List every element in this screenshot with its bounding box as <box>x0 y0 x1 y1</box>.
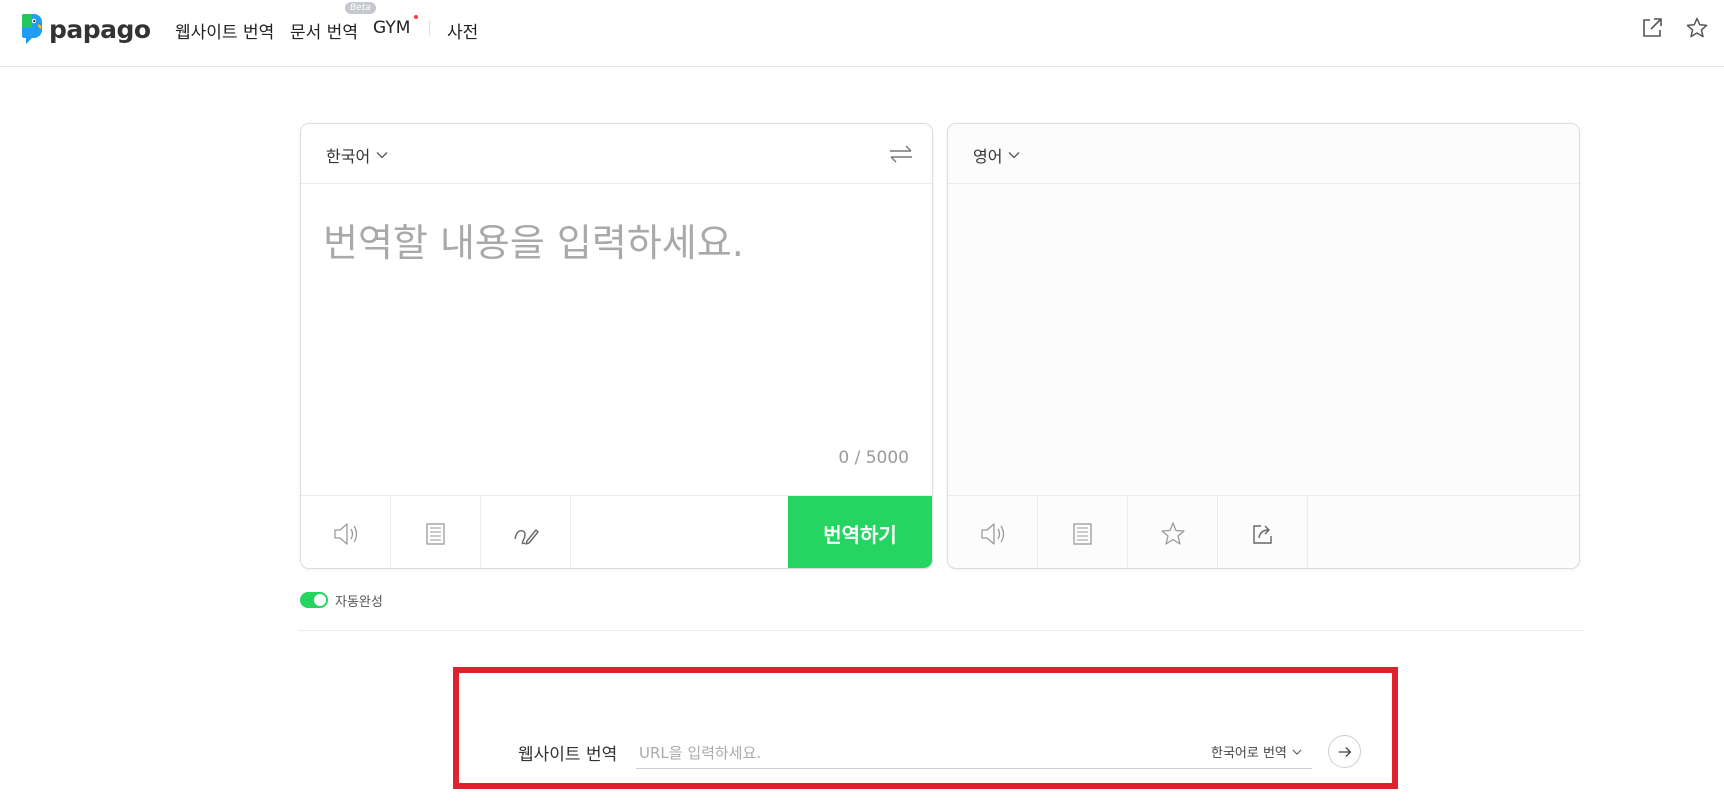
papago-parrot-icon <box>22 14 42 44</box>
logo-text: papago <box>49 14 151 44</box>
source-toolbar: 번역하기 <box>301 495 932 568</box>
new-indicator-dot <box>414 15 418 19</box>
handwriting-button[interactable] <box>481 496 571 568</box>
top-header: papago 웹사이트 번역 문서 번역 Beta GYM 사전 <box>0 0 1724 67</box>
nav-website-translation[interactable]: 웹사이트 번역 <box>175 18 274 43</box>
copy-icon <box>425 522 445 545</box>
share-button[interactable] <box>1218 496 1308 568</box>
star-icon <box>1160 521 1185 545</box>
source-copy-button[interactable] <box>391 496 481 568</box>
target-language-select[interactable]: 영어 <box>973 143 1020 167</box>
section-divider <box>298 630 1583 631</box>
chevron-down-icon <box>376 152 388 159</box>
swap-languages-icon[interactable] <box>888 142 914 166</box>
target-copy-button[interactable] <box>1038 496 1128 568</box>
source-panel-header: 한국어 <box>301 124 932 184</box>
website-translate-label: 웹사이트 번역 <box>518 745 618 765</box>
character-counter: 0 / 5000 <box>838 448 909 468</box>
nav-document-translation[interactable]: 문서 번역 <box>290 18 358 43</box>
speaker-icon <box>980 522 1004 545</box>
chevron-down-icon <box>1008 152 1020 159</box>
target-panel: 영어 <box>947 123 1580 569</box>
beta-badge: Beta <box>345 2 376 14</box>
chevron-down-icon <box>1292 749 1302 755</box>
autocomplete-toggle[interactable] <box>300 592 328 608</box>
target-panel-header: 영어 <box>948 124 1579 184</box>
nav-dictionary[interactable]: 사전 <box>447 18 478 43</box>
nav-gym[interactable]: GYM <box>373 18 410 38</box>
source-language-select[interactable]: 한국어 <box>326 143 388 167</box>
autocomplete-label: 자동완성 <box>335 595 383 610</box>
speaker-icon <box>333 522 357 545</box>
website-target-language-label: 한국어로 번역 <box>1211 746 1287 761</box>
toggle-knob <box>314 594 326 606</box>
nav-divider <box>429 20 430 36</box>
copy-icon <box>1072 522 1092 545</box>
highlight-annotation-box <box>453 667 1398 789</box>
external-link-icon[interactable] <box>1640 16 1664 40</box>
share-icon <box>1252 524 1272 544</box>
papago-logo[interactable]: papago <box>20 12 151 46</box>
go-button[interactable] <box>1328 735 1361 768</box>
target-toolbar <box>948 495 1579 568</box>
star-icon[interactable] <box>1685 16 1709 40</box>
source-language-label: 한국어 <box>326 147 371 166</box>
handwriting-icon <box>513 528 539 545</box>
translate-button[interactable]: 번역하기 <box>788 496 932 568</box>
target-speaker-button[interactable] <box>948 496 1038 568</box>
source-speaker-button[interactable] <box>301 496 391 568</box>
source-panel: 한국어 번역할 내용을 입력하세요. 0 / 5000 번역하기 <box>300 123 933 569</box>
favorite-button[interactable] <box>1128 496 1218 568</box>
arrow-right-icon <box>1338 746 1351 757</box>
source-text-placeholder[interactable]: 번역할 내용을 입력하세요. <box>323 212 744 267</box>
target-language-label: 영어 <box>973 147 1003 166</box>
website-target-language-select[interactable]: 한국어로 번역 <box>1211 742 1302 761</box>
